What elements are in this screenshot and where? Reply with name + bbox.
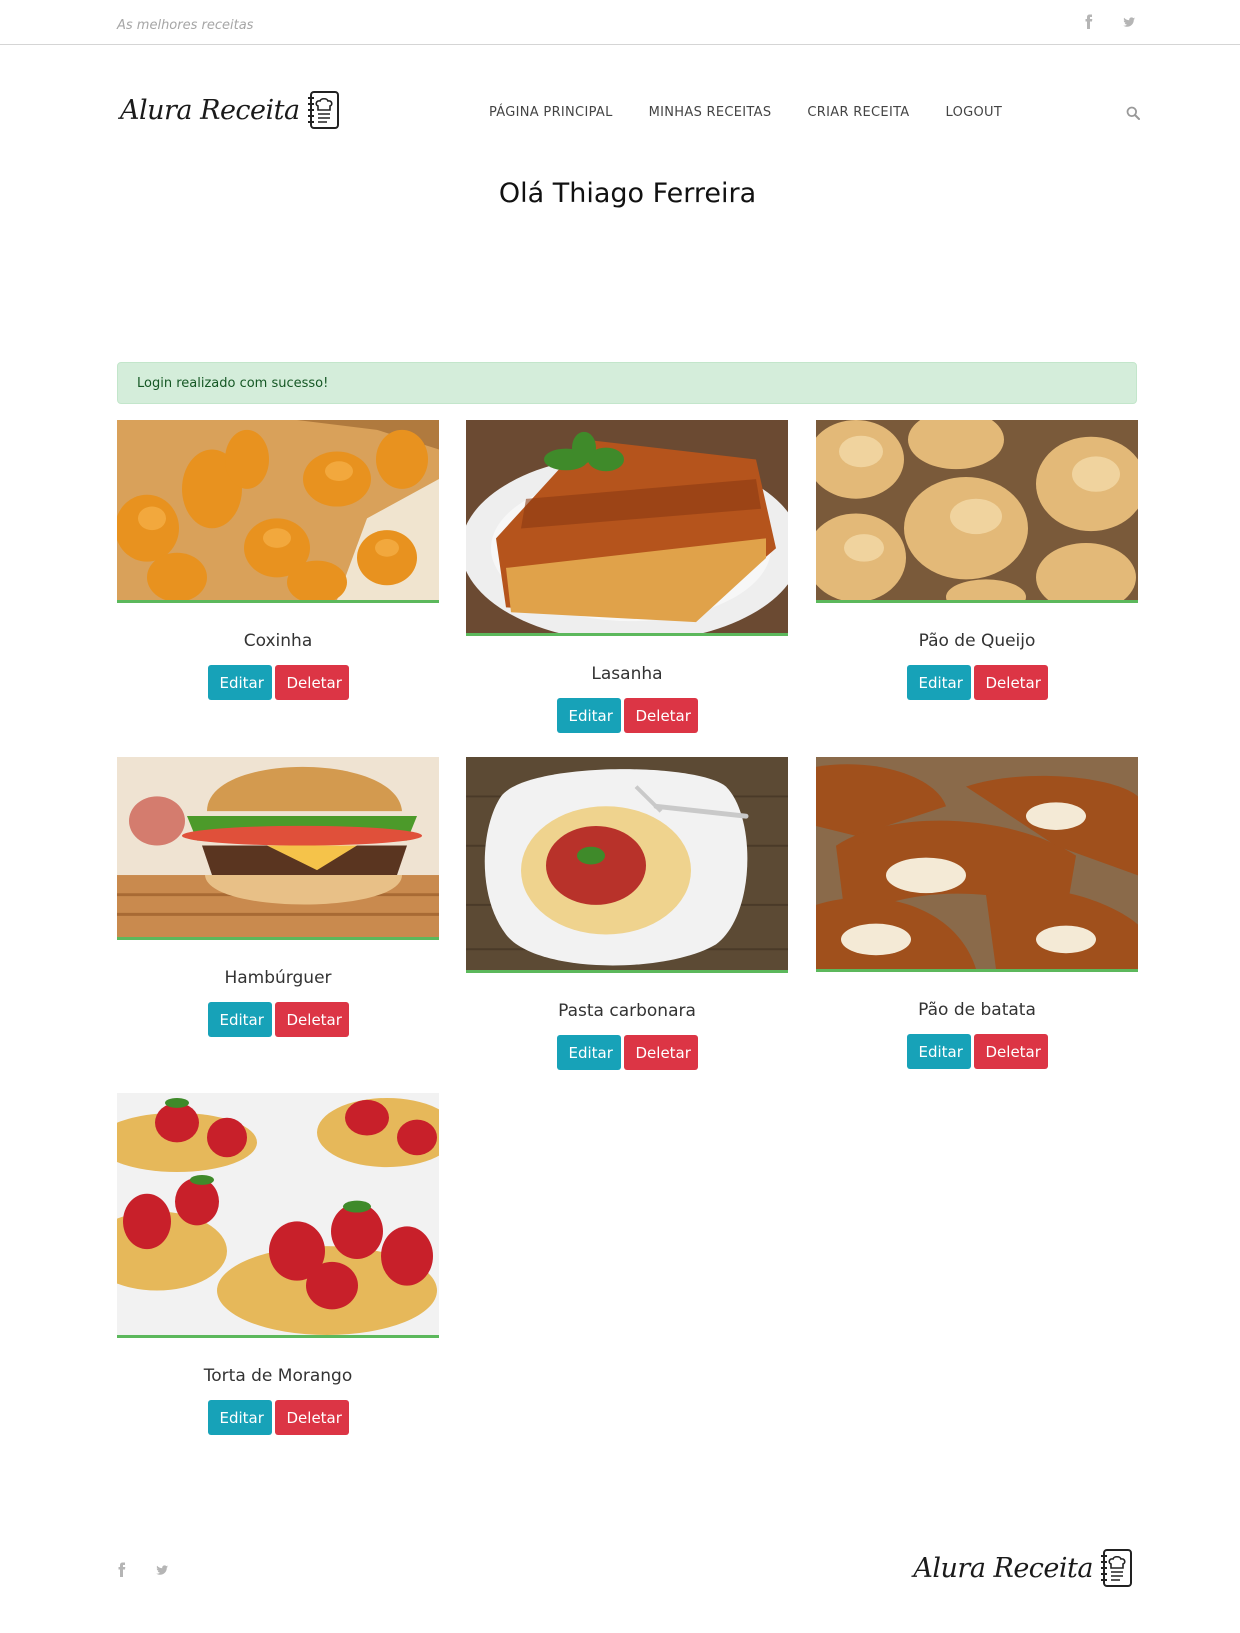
twitter-icon[interactable] xyxy=(155,1562,169,1578)
delete-button[interactable]: Deletar xyxy=(623,698,698,733)
recipe-card-hamburguer: Hambúrguer Editar Deletar xyxy=(117,757,439,1037)
main-nav: PÁGINA PRINCIPAL MINHAS RECEITAS CRIAR R… xyxy=(489,105,1002,120)
top-social-links xyxy=(1082,14,1136,30)
recipe-actions: Editar Deletar xyxy=(117,665,439,700)
recipe-title: Pão de batata xyxy=(918,1000,1036,1020)
search-icon[interactable] xyxy=(1126,106,1140,120)
footer-logo[interactable]: Alura Receita xyxy=(913,1548,1135,1588)
recipe-title: Pão de Queijo xyxy=(918,631,1036,651)
delete-button[interactable]: Deletar xyxy=(274,1400,349,1435)
delete-button[interactable]: Deletar xyxy=(973,665,1048,700)
tagline: As melhores receitas xyxy=(117,18,254,33)
recipe-book-icon xyxy=(1101,1549,1132,1587)
recipe-card-pao-de-batata: Pão de batata Editar Deletar xyxy=(816,757,1138,1069)
recipe-image[interactable] xyxy=(466,757,788,973)
recipe-card-torta-de-morango: Torta de Morango Editar Deletar xyxy=(117,1093,439,1435)
nav-pagina-principal[interactable]: PÁGINA PRINCIPAL xyxy=(489,105,613,120)
footer-social-links xyxy=(115,1562,169,1578)
recipe-actions: Editar Deletar xyxy=(466,1035,788,1070)
nav-criar-receita[interactable]: CRIAR RECEITA xyxy=(807,105,909,120)
recipe-book-icon xyxy=(307,91,339,129)
edit-button[interactable]: Editar xyxy=(207,665,272,700)
logo-text: Alura Receita xyxy=(120,94,300,126)
recipe-actions: Editar Deletar xyxy=(117,1400,439,1435)
recipe-title: Pasta carbonara xyxy=(558,1001,696,1021)
delete-button[interactable]: Deletar xyxy=(623,1035,698,1070)
page-title: Olá Thiago Ferreira xyxy=(498,178,757,209)
nav-minhas-receitas[interactable]: MINHAS RECEITAS xyxy=(649,105,772,120)
logo-text: Alura Receita xyxy=(913,1552,1093,1584)
recipe-actions: Editar Deletar xyxy=(816,1034,1138,1069)
recipe-actions: Editar Deletar xyxy=(466,698,788,733)
facebook-icon[interactable] xyxy=(115,1562,129,1578)
recipe-card-pasta-carbonara: Pasta carbonara Editar Deletar xyxy=(466,757,788,1070)
edit-button[interactable]: Editar xyxy=(556,1035,621,1070)
recipe-image[interactable] xyxy=(816,420,1138,603)
alert-message: Login realizado com sucesso! xyxy=(137,376,329,391)
edit-button[interactable]: Editar xyxy=(906,665,971,700)
success-alert: Login realizado com sucesso! xyxy=(117,362,1137,404)
delete-button[interactable]: Deletar xyxy=(274,665,349,700)
recipe-card-coxinha: Coxinha Editar Deletar xyxy=(117,420,439,700)
twitter-icon[interactable] xyxy=(1122,14,1136,30)
edit-button[interactable]: Editar xyxy=(556,698,621,733)
recipe-image[interactable] xyxy=(466,420,788,636)
delete-button[interactable]: Deletar xyxy=(973,1034,1048,1069)
recipe-image[interactable] xyxy=(117,420,439,603)
facebook-icon[interactable] xyxy=(1082,14,1096,30)
recipe-actions: Editar Deletar xyxy=(117,1002,439,1037)
recipe-title: Hambúrguer xyxy=(224,968,332,988)
site-logo[interactable]: Alura Receita xyxy=(120,90,342,130)
recipe-image[interactable] xyxy=(816,757,1138,972)
recipe-card-pao-de-queijo: Pão de Queijo Editar Deletar xyxy=(816,420,1138,700)
top-bar: As melhores receitas xyxy=(0,0,1240,45)
nav-logout[interactable]: LOGOUT xyxy=(946,105,1003,120)
recipe-actions: Editar Deletar xyxy=(816,665,1138,700)
recipe-title: Torta de Morango xyxy=(203,1366,353,1386)
edit-button[interactable]: Editar xyxy=(906,1034,971,1069)
recipe-card-lasanha: Lasanha Editar Deletar xyxy=(466,420,788,733)
recipe-title: Lasanha xyxy=(591,664,663,684)
recipe-image[interactable] xyxy=(117,1093,439,1338)
recipe-title: Coxinha xyxy=(243,631,313,651)
edit-button[interactable]: Editar xyxy=(207,1002,272,1037)
edit-button[interactable]: Editar xyxy=(207,1400,272,1435)
recipe-image[interactable] xyxy=(117,757,439,940)
delete-button[interactable]: Deletar xyxy=(274,1002,349,1037)
